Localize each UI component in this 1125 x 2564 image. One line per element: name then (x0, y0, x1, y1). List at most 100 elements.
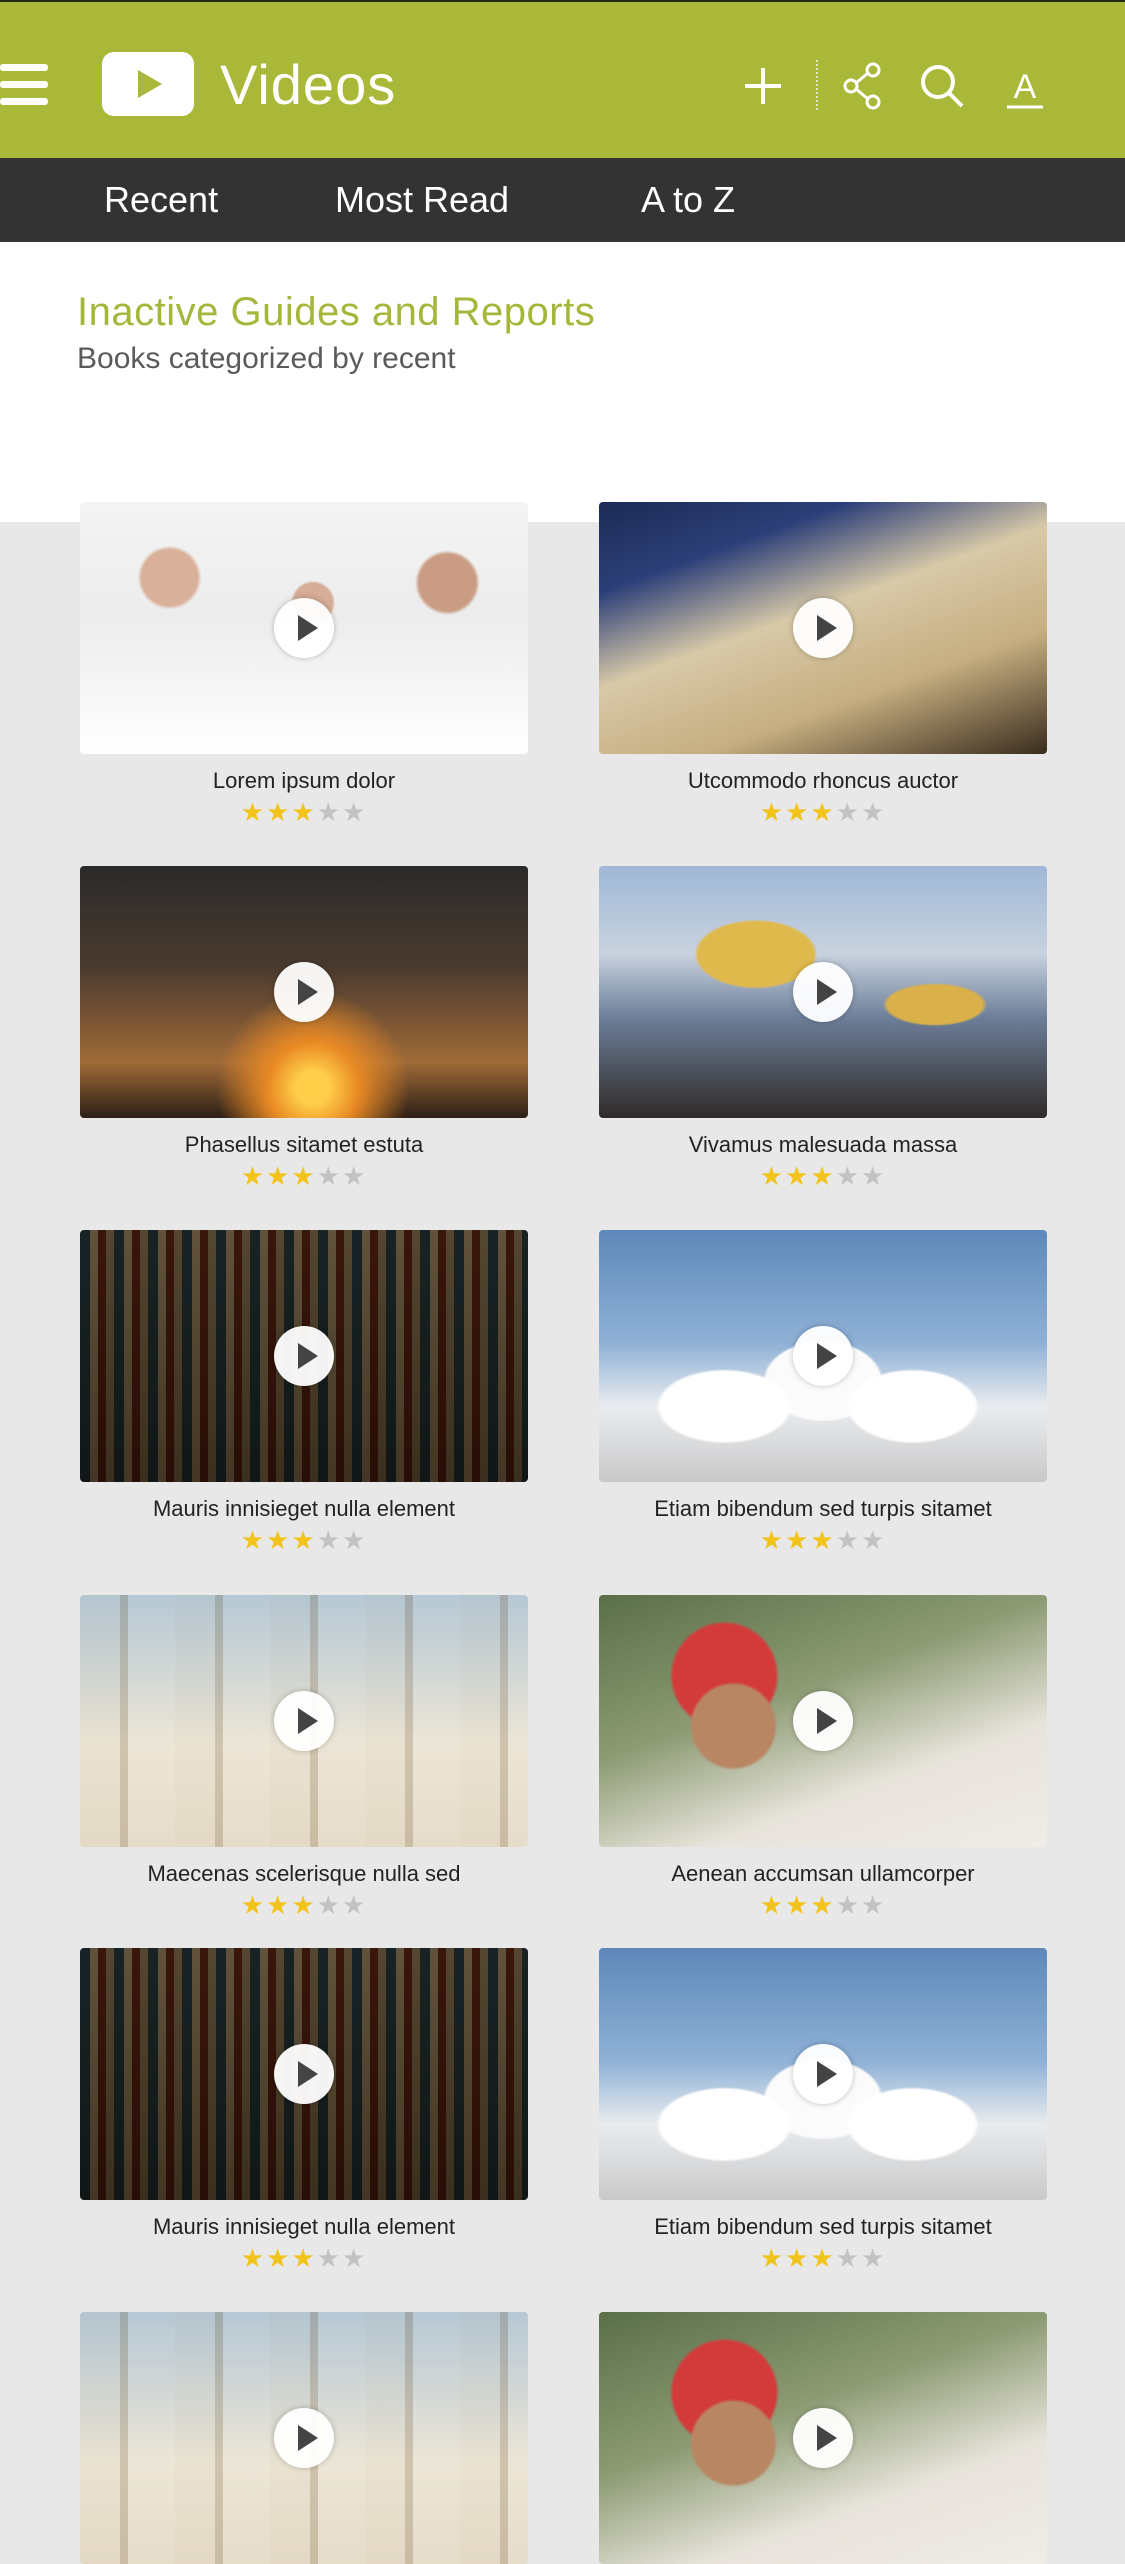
star-icon: ★ (316, 2243, 342, 2273)
play-icon[interactable] (274, 962, 334, 1022)
star-icon: ★ (341, 2243, 368, 2273)
add-icon[interactable] (733, 56, 793, 116)
video-thumbnail[interactable] (80, 1595, 528, 1847)
star-icon: ★ (291, 1890, 317, 1920)
star-icon: ★ (240, 1525, 267, 1555)
star-icon: ★ (266, 2243, 292, 2273)
star-icon: ★ (316, 1890, 342, 1920)
video-card[interactable]: Etiam bibendum sed turpis sitamet ★★★★★ (599, 1948, 1047, 2274)
star-icon: ★ (316, 797, 342, 827)
video-thumbnail[interactable] (599, 1230, 1047, 1482)
star-icon: ★ (810, 1525, 836, 1555)
video-card[interactable] (80, 2312, 528, 2564)
tab-most-read[interactable]: Most Read (335, 158, 509, 242)
star-icon: ★ (810, 1161, 836, 1191)
star-rating: ★★★★★ (599, 1160, 1047, 1192)
star-icon: ★ (860, 1890, 887, 1920)
star-icon: ★ (759, 797, 786, 827)
share-icon[interactable] (832, 56, 892, 116)
video-card[interactable]: Mauris innisieget nulla element ★★★★★ (80, 1230, 528, 1556)
play-icon[interactable] (793, 1691, 853, 1751)
font-size-icon[interactable]: A (995, 56, 1055, 116)
video-title: Mauris innisieget nulla element (152, 2214, 456, 2239)
star-icon: ★ (785, 1525, 811, 1555)
star-icon: ★ (291, 2243, 317, 2273)
star-icon: ★ (759, 1161, 786, 1191)
star-rating: ★★★★★ (80, 1889, 528, 1921)
star-icon: ★ (785, 797, 811, 827)
star-icon: ★ (860, 1525, 887, 1555)
video-card[interactable]: Maecenas scelerisque nulla sed ★★★★★ (80, 1595, 528, 1921)
video-thumbnail[interactable] (599, 1595, 1047, 1847)
video-card[interactable]: Lorem ipsum dolor ★★★★★ (80, 502, 528, 828)
star-rating: ★★★★★ (599, 2242, 1047, 2274)
star-icon: ★ (759, 1890, 786, 1920)
video-title: Aenean accumsan ullamcorper (671, 1861, 975, 1886)
tab-recent[interactable]: Recent (104, 158, 218, 242)
video-title: Etiam bibendum sed turpis sitamet (654, 1496, 992, 1521)
star-icon: ★ (240, 2243, 267, 2273)
video-thumbnail[interactable] (599, 866, 1047, 1118)
star-icon: ★ (860, 797, 887, 827)
video-thumbnail[interactable] (80, 2312, 528, 2564)
star-icon: ★ (785, 2243, 811, 2273)
play-icon[interactable] (793, 2044, 853, 2104)
play-logo-icon (102, 52, 194, 116)
section-header (0, 242, 1125, 522)
star-icon: ★ (266, 1890, 292, 1920)
video-title: Vivamus malesuada massa (688, 1132, 958, 1157)
section-title: Inactive Guides and Reports (77, 290, 596, 334)
video-thumbnail[interactable] (80, 1230, 528, 1482)
video-thumbnail[interactable] (80, 1948, 528, 2200)
section-subtitle: Books categorized by recent (77, 342, 456, 375)
play-icon[interactable] (274, 2408, 334, 2468)
star-icon: ★ (810, 1890, 836, 1920)
star-icon: ★ (240, 1161, 267, 1191)
play-icon[interactable] (274, 1326, 334, 1386)
video-card[interactable]: Mauris innisieget nulla element ★★★★★ (80, 1948, 528, 2274)
star-icon: ★ (759, 2243, 786, 2273)
star-icon: ★ (835, 2243, 861, 2273)
star-icon: ★ (341, 1890, 368, 1920)
app-title: Videos (220, 53, 397, 116)
hamburger-menu-icon[interactable] (0, 64, 48, 106)
video-card[interactable]: Utcommodo rhoncus auctor ★★★★★ (599, 502, 1047, 828)
star-icon: ★ (785, 1890, 811, 1920)
video-card[interactable]: Aenean accumsan ullamcorper ★★★★★ (599, 1595, 1047, 1921)
tab-a-to-z[interactable]: A to Z (641, 158, 735, 242)
play-icon[interactable] (793, 962, 853, 1022)
video-card[interactable] (599, 2312, 1047, 2564)
star-icon: ★ (266, 797, 292, 827)
star-icon: ★ (835, 1525, 861, 1555)
video-thumbnail[interactable] (599, 502, 1047, 754)
video-card[interactable]: Phasellus sitamet estuta ★★★★★ (80, 866, 528, 1192)
star-icon: ★ (341, 797, 368, 827)
star-icon: ★ (860, 2243, 887, 2273)
play-icon[interactable] (274, 1691, 334, 1751)
star-rating: ★★★★★ (80, 796, 528, 828)
video-thumbnail[interactable] (599, 2312, 1047, 2564)
toolbar-divider (816, 60, 818, 110)
star-icon: ★ (240, 1890, 267, 1920)
video-title: Lorem ipsum dolor (212, 768, 396, 793)
video-thumbnail[interactable] (599, 1948, 1047, 2200)
video-title: Utcommodo rhoncus auctor (687, 768, 959, 793)
video-thumbnail[interactable] (80, 502, 528, 754)
play-icon[interactable] (793, 2408, 853, 2468)
video-card[interactable]: Vivamus malesuada massa ★★★★★ (599, 866, 1047, 1192)
play-icon[interactable] (274, 598, 334, 658)
star-icon: ★ (759, 1525, 786, 1555)
play-icon[interactable] (274, 2044, 334, 2104)
video-card[interactable]: Etiam bibendum sed turpis sitamet ★★★★★ (599, 1230, 1047, 1556)
play-icon[interactable] (793, 598, 853, 658)
star-rating: ★★★★★ (599, 796, 1047, 828)
star-icon: ★ (860, 1161, 887, 1191)
star-rating: ★★★★★ (80, 2242, 528, 2274)
video-thumbnail[interactable] (80, 866, 528, 1118)
search-icon[interactable] (912, 56, 972, 116)
star-icon: ★ (240, 797, 267, 827)
star-icon: ★ (266, 1525, 292, 1555)
play-icon[interactable] (793, 1326, 853, 1386)
star-icon: ★ (341, 1525, 368, 1555)
star-icon: ★ (785, 1161, 811, 1191)
